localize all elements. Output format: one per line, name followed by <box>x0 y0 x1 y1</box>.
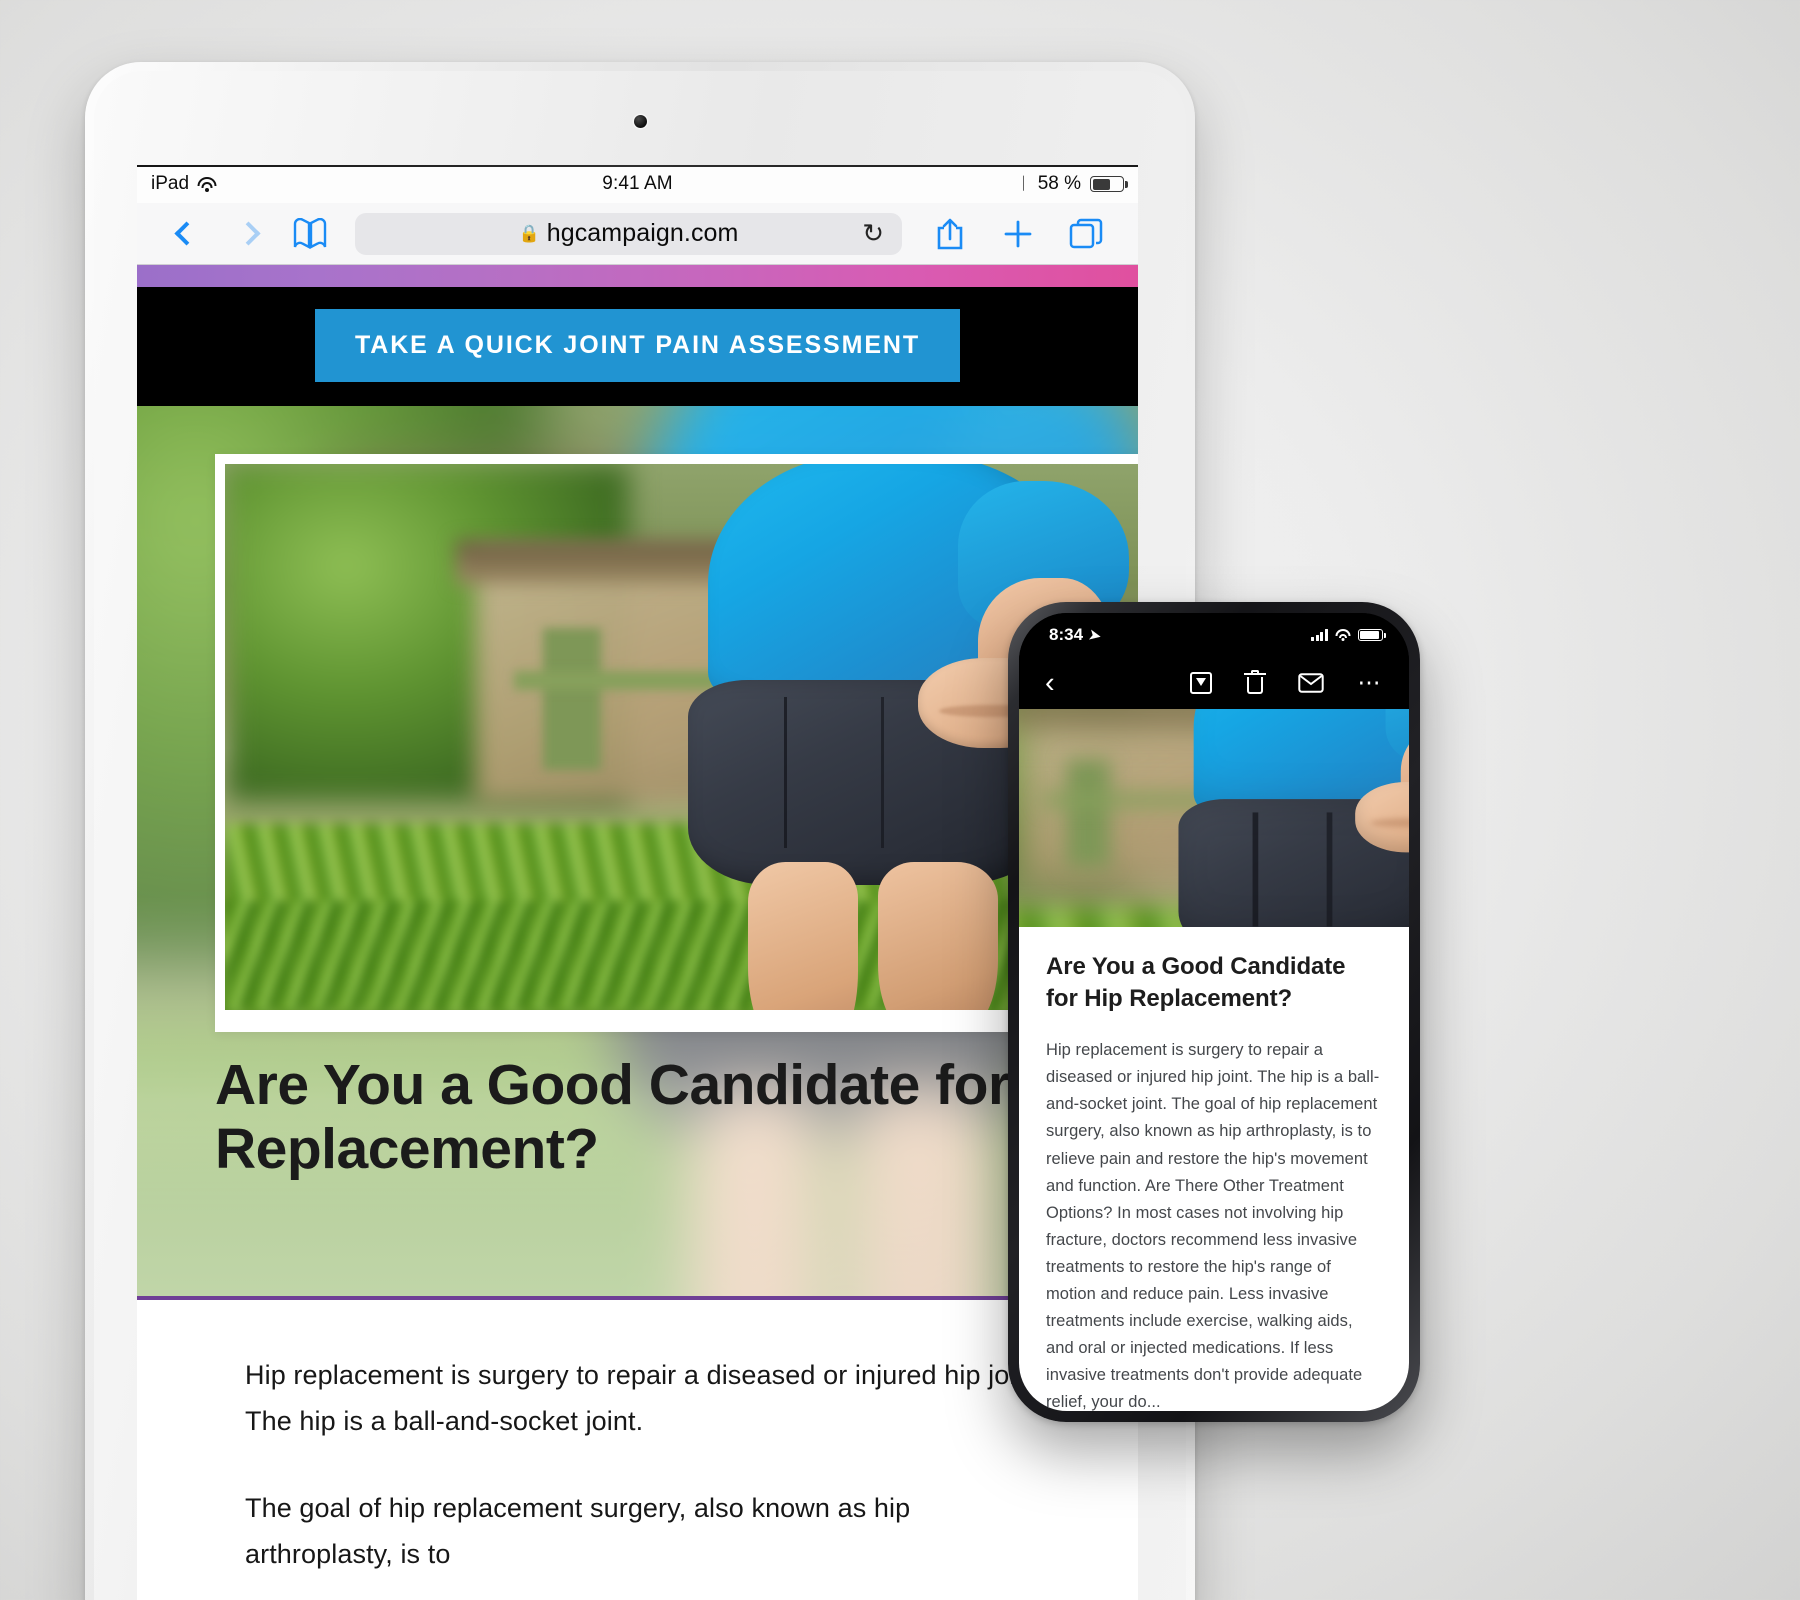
status-clock: 8:34 <box>1049 625 1084 644</box>
delete-button[interactable] <box>1243 669 1266 694</box>
article-body: Hip replacement is surgery to repair a d… <box>137 1300 1138 1578</box>
address-bar[interactable]: 🔒 hgcampaign.com ↻ <box>355 212 902 255</box>
reload-icon[interactable]: ↻ <box>862 218 884 249</box>
lock-icon: 🔒 <box>518 223 540 243</box>
share-icon <box>937 218 963 249</box>
wifi-icon <box>1335 629 1351 641</box>
front-camera-icon <box>634 115 647 128</box>
archive-button[interactable] <box>1189 672 1212 694</box>
reply-button[interactable] <box>1297 673 1324 693</box>
bluetooth-icon: ᛁ <box>1018 174 1029 193</box>
chevron-left-icon <box>173 221 199 246</box>
ipad-screen: iPad 9:41 AM ᛁ 58 % 🔒 hgcampaign.com ↻ T… <box>137 165 1138 1600</box>
mail-toolbar: ‹ ⋯ <box>1019 657 1409 709</box>
cta-band: TAKE A QUICK JOINT PAIN ASSESSMENT <box>137 287 1138 406</box>
page-title: Are You a Good Candidate for Hip Replace… <box>215 1053 1116 1181</box>
new-tab-button[interactable] <box>984 211 1052 257</box>
ipad-status-bar: iPad 9:41 AM ᛁ 58 % <box>137 165 1138 203</box>
mail-actions-group: ⋯ <box>1189 669 1384 694</box>
hero-section: Are You a Good Candidate for Hip Replace… <box>137 406 1138 1296</box>
mail-back-button[interactable]: ‹ <box>1045 668 1055 698</box>
joint-pain-assessment-button[interactable]: TAKE A QUICK JOINT PAIN ASSESSMENT <box>314 309 961 382</box>
back-button[interactable] <box>155 211 217 257</box>
location-arrow-icon: ➤ <box>1087 625 1103 644</box>
battery-icon <box>1358 629 1386 641</box>
email-heading: Are You a Good Candidate for Hip Replace… <box>1046 953 1346 1013</box>
bookmarks-button[interactable] <box>279 211 341 257</box>
article-paragraph-1: Hip replacement is surgery to repair a d… <box>245 1360 1046 1437</box>
toolbar-right-group <box>916 211 1120 257</box>
email-hero-photo <box>1019 709 1409 927</box>
url-text: hgcampaign.com <box>546 219 739 247</box>
chevron-right-icon <box>235 221 261 246</box>
mail-icon <box>1297 673 1324 693</box>
archive-icon <box>1189 672 1212 694</box>
article-paragraph-2: The goal of hip replacement surgery, als… <box>245 1492 911 1570</box>
more-button[interactable]: ⋯ <box>1358 671 1384 694</box>
email-article: Are You a Good Candidate for Hip Replace… <box>1019 927 1409 1411</box>
brand-gradient-bar <box>137 265 1138 287</box>
iphone-status-bar: 8:34 ➤ <box>1019 613 1409 657</box>
email-body: Are You a Good Candidate for Hip Replace… <box>1019 709 1409 1411</box>
trash-icon <box>1243 669 1266 694</box>
hero-photo-frame <box>215 454 1138 1032</box>
battery-icon <box>1090 176 1128 192</box>
status-right-group <box>1311 629 1386 641</box>
book-icon <box>293 217 327 249</box>
iphone-device: 8:34 ➤ ‹ ⋯ Are You a Good Candidate for … <box>1008 602 1420 1422</box>
plus-icon <box>1004 220 1032 247</box>
status-left-group: 8:34 ➤ <box>1049 625 1103 645</box>
iphone-screen: 8:34 ➤ ‹ ⋯ Are You a Good Candidate for … <box>1019 613 1409 1411</box>
tabs-icon <box>1069 218 1103 248</box>
status-right-group: ᛁ 58 % <box>1018 173 1128 195</box>
webpage-content: TAKE A QUICK JOINT PAIN ASSESSMENT Are Y… <box>137 265 1138 1600</box>
status-clock: 9:41 AM <box>602 173 673 194</box>
forward-button[interactable] <box>217 211 279 257</box>
cellular-signal-icon <box>1311 629 1328 641</box>
show-tabs-button[interactable] <box>1052 211 1120 257</box>
battery-percent-label: 58 % <box>1037 173 1081 194</box>
email-paragraph: Hip replacement is surgery to repair a d… <box>1046 1041 1380 1411</box>
screen-top-edge <box>137 165 1138 167</box>
hero-photo <box>225 464 1138 1010</box>
safari-toolbar: 🔒 hgcampaign.com ↻ <box>137 203 1138 265</box>
share-button[interactable] <box>916 211 984 257</box>
